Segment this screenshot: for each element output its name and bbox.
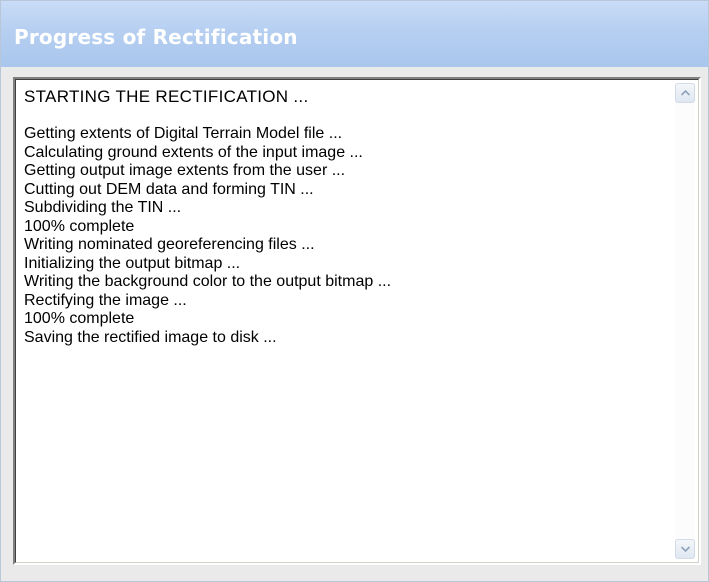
- log-line: Initializing the output bitmap ...: [24, 254, 241, 272]
- log-line: 100% complete: [24, 217, 135, 235]
- log-line: Writing nominated georeferencing files .…: [24, 236, 315, 253]
- panel-body: STARTING THE RECTIFICATION ... Getting e…: [1, 67, 708, 581]
- vertical-scrollbar[interactable]: [675, 83, 695, 559]
- scroll-down-button[interactable]: [675, 539, 695, 559]
- scroll-up-arrow-icon: [681, 90, 690, 96]
- scroll-down-arrow-icon: [681, 546, 690, 552]
- log-line: Saving the rectified image to disk ...: [24, 328, 277, 346]
- progress-log-box[interactable]: STARTING THE RECTIFICATION ... Getting e…: [13, 77, 701, 565]
- progress-log-inner: STARTING THE RECTIFICATION ... Getting e…: [15, 79, 699, 563]
- panel-title: Progress of Rectification: [14, 25, 298, 49]
- progress-log-text: STARTING THE RECTIFICATION ... Getting e…: [24, 87, 644, 347]
- scroll-up-button[interactable]: [675, 83, 695, 103]
- log-line: Calculating ground extents of the input …: [24, 143, 363, 161]
- log-line: STARTING THE RECTIFICATION ...: [24, 87, 309, 106]
- log-line: Subdividing the TIN ...: [24, 199, 182, 216]
- log-line: Rectifying the image ...: [24, 291, 187, 309]
- log-line: Writing the background color to the outp…: [24, 273, 392, 290]
- log-line: Getting output image extents from the us…: [24, 162, 346, 179]
- panel-header: Progress of Rectification: [1, 1, 708, 67]
- log-line: Getting extents of Digital Terrain Model…: [24, 125, 343, 142]
- log-line: Cutting out DEM data and forming TIN ...: [24, 180, 314, 198]
- log-line: 100% complete: [24, 310, 135, 327]
- progress-panel: Progress of Rectification STARTING THE R…: [0, 0, 709, 582]
